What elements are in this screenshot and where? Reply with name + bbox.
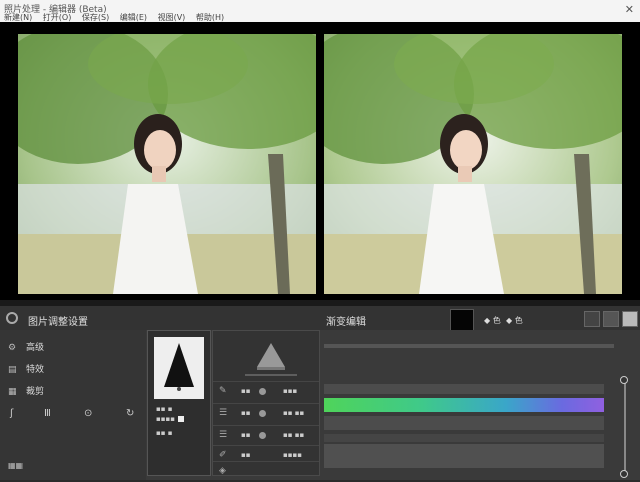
control-row-5[interactable]: ◈ bbox=[213, 461, 319, 482]
sliders-icon: ☰ bbox=[219, 430, 228, 440]
color-option-1[interactable]: ◆ 色 bbox=[484, 315, 501, 326]
original-photo bbox=[18, 34, 316, 294]
image-viewer bbox=[0, 22, 640, 300]
brush-icon: ✐ bbox=[219, 450, 227, 460]
control-column: ✎ ▪▪ ▪▪▪ ☰ ▪▪ ▪▪ ▪▪ ☰ ▪▪ ▪▪ ▪▪ ✐ ▪▪ ▪▪▪▪… bbox=[212, 330, 320, 476]
gradient-bar-4[interactable] bbox=[324, 434, 604, 442]
slider-track[interactable] bbox=[624, 380, 626, 476]
gradient-bar-5[interactable] bbox=[324, 444, 604, 468]
control-knob[interactable] bbox=[259, 388, 266, 395]
title-bar: 照片处理 - 编辑器 (Beta) 新建(N) 打开(O) 保存(S) 编辑(E… bbox=[0, 0, 640, 22]
hook-icon[interactable]: ʃ bbox=[10, 408, 13, 419]
gradient-bar-3[interactable] bbox=[324, 416, 604, 430]
menu-item-advanced[interactable]: ⚙ 高级 bbox=[8, 340, 44, 353]
gradient-preview[interactable] bbox=[324, 398, 604, 412]
view-toggle-1[interactable] bbox=[584, 311, 600, 327]
panel-header: 图片调整设置 渐变编辑 ◆ 色 ◆ 色 bbox=[0, 306, 640, 331]
preview-label-1: ▪▪ ▪ bbox=[156, 405, 173, 413]
columns-icon[interactable]: Ⅲ bbox=[44, 408, 51, 419]
control-row-3[interactable]: ☰ ▪▪ ▪▪ ▪▪ bbox=[213, 425, 319, 446]
preview-box: ▪▪ ▪ ▪▪▪▪ ▪▪ ▪ bbox=[147, 330, 211, 476]
menu-item-crop[interactable]: ▦ 裁剪 bbox=[8, 384, 44, 397]
checkbox[interactable] bbox=[177, 416, 184, 422]
triangle-icon bbox=[164, 343, 194, 391]
gradient-bar-1[interactable] bbox=[324, 384, 604, 394]
color-option-2[interactable]: ◆ 色 bbox=[506, 315, 523, 326]
rotate-icon[interactable]: ↻ bbox=[126, 408, 134, 419]
control-knob[interactable] bbox=[259, 410, 266, 417]
file-icon: ▤ bbox=[8, 365, 17, 375]
target-icon[interactable]: ⊙ bbox=[84, 408, 92, 419]
pen-icon: ✎ bbox=[219, 386, 227, 396]
view-toggle-2[interactable] bbox=[603, 311, 619, 327]
panel-title: 图片调整设置 bbox=[28, 317, 88, 328]
histogram-icon bbox=[245, 343, 297, 376]
menu-open[interactable]: 打开(O) bbox=[43, 13, 72, 22]
control-knob[interactable] bbox=[259, 432, 266, 439]
layers-icon: ▦ bbox=[8, 387, 17, 397]
left-menu: ⚙ 高级 ▤ 特效 ▦ 裁剪 ʃ Ⅲ ⊙ ↻ ▦▦ bbox=[0, 330, 146, 480]
gear-icon: ⚙ bbox=[8, 343, 17, 353]
preview-label-2[interactable]: ▪▪▪▪ bbox=[156, 415, 184, 423]
sliders-icon: ☰ bbox=[219, 408, 228, 418]
image-icon: ◈ bbox=[219, 466, 226, 476]
menu-edit[interactable]: 编辑(E) bbox=[120, 13, 147, 22]
photo-original bbox=[18, 34, 316, 294]
menu-help[interactable]: 帮助(H) bbox=[196, 13, 224, 22]
control-row-2[interactable]: ☰ ▪▪ ▪▪ ▪▪ bbox=[213, 403, 319, 424]
color-swatch[interactable] bbox=[450, 309, 474, 331]
preview-label-3: ▪▪ ▪ bbox=[156, 429, 173, 437]
gradient-editor bbox=[322, 330, 640, 480]
grid-icon[interactable]: ▦▦ bbox=[8, 461, 23, 470]
preview-thumbnail bbox=[154, 337, 204, 399]
menu-new[interactable]: 新建(N) bbox=[4, 13, 32, 22]
menu-view[interactable]: 视图(V) bbox=[158, 13, 186, 22]
menu-item-effects[interactable]: ▤ 特效 bbox=[8, 362, 44, 375]
slider-handle-bottom[interactable] bbox=[620, 470, 628, 478]
menu-save[interactable]: 保存(S) bbox=[82, 13, 109, 22]
gradient-title: 渐变编辑 bbox=[326, 317, 366, 328]
view-toggle-3[interactable] bbox=[622, 311, 638, 327]
adjustment-panel: 图片调整设置 渐变编辑 ◆ 色 ◆ 色 ⚙ 高级 ▤ 特效 ▦ 裁剪 ʃ Ⅲ ⊙ ↻ … bbox=[0, 306, 640, 480]
ruler bbox=[324, 344, 614, 348]
edited-photo bbox=[324, 34, 622, 294]
app-logo-icon bbox=[6, 312, 18, 324]
control-row-1[interactable]: ✎ ▪▪ ▪▪▪ bbox=[213, 381, 319, 402]
photo-edited bbox=[324, 34, 622, 294]
slider-handle-top[interactable] bbox=[620, 376, 628, 384]
close-icon[interactable]: ✕ bbox=[625, 3, 634, 16]
